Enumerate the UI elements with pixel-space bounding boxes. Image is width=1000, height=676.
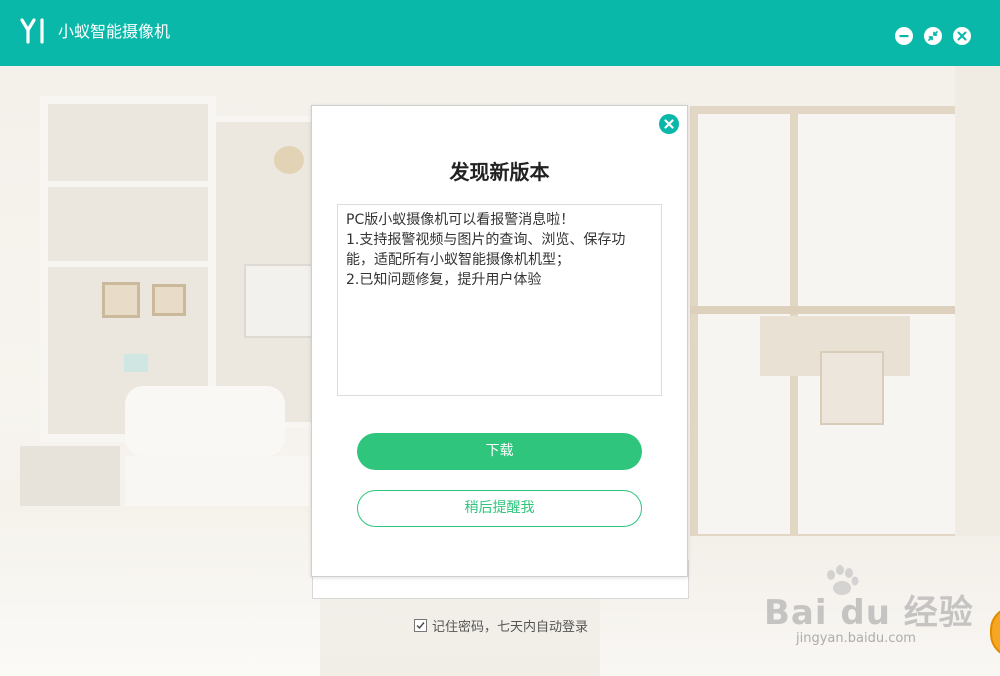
- chair-back-image: [125, 386, 285, 456]
- remind-later-button[interactable]: 稍后提醒我: [357, 490, 642, 527]
- radiator-image: [820, 351, 884, 425]
- checkmark-icon: [416, 622, 425, 630]
- watermark-brand: Bai du 经验: [764, 593, 974, 633]
- update-dialog: 发现新版本 PC版小蚁摄像机可以看报警消息啦！ 1.支持报警视频与图片的查询、浏…: [311, 105, 688, 577]
- release-note-line: 能，适配所有小蚁智能摄像机机型；: [346, 252, 570, 268]
- remember-checkbox[interactable]: [414, 619, 427, 632]
- curtain-image: [955, 66, 1000, 586]
- title-bar: 小蚁智能摄像机: [0, 0, 1000, 66]
- decor-vase-image: [274, 146, 304, 174]
- rug-image: [0, 506, 320, 676]
- picture-frame-image: [152, 284, 186, 316]
- minimize-button[interactable]: [895, 27, 913, 45]
- release-notes-box[interactable]: PC版小蚁摄像机可以看报警消息啦！ 1.支持报警视频与图片的查询、浏览、保存功 …: [337, 204, 662, 396]
- shelf-divider: [40, 261, 216, 267]
- window-frame: [690, 306, 1000, 314]
- collapse-arrows-icon: [928, 31, 938, 41]
- remember-label: 记住密码，七天内自动登录: [432, 620, 589, 635]
- tv-image: [244, 264, 318, 338]
- minimize-icon: [899, 35, 909, 38]
- picture-frame-image: [102, 282, 140, 318]
- dialog-close-button[interactable]: [659, 114, 679, 134]
- release-note-line: 1.支持报警视频与图片的查询、浏览、保存功: [346, 232, 626, 248]
- dialog-title: 发现新版本: [449, 160, 550, 184]
- shelf-divider: [40, 181, 216, 187]
- decor-cup-image: [124, 354, 148, 372]
- download-button[interactable]: 下载: [357, 433, 642, 470]
- close-button[interactable]: [953, 27, 971, 45]
- app-window: 小蚁智能摄像机 记住密码，七天内自动登录 发现新版本 PC版小蚁摄像机可以看报警…: [0, 0, 1000, 676]
- remember-password-row[interactable]: 记住密码，七天内自动登录: [414, 615, 589, 635]
- yi-logo-icon: [20, 18, 44, 44]
- app-title: 小蚁智能摄像机: [58, 22, 171, 41]
- watermark-url: jingyan.baidu.com: [796, 631, 916, 646]
- close-circle-icon: [664, 119, 674, 129]
- baidu-watermark: Bai du 经验 jingyan.baidu.com: [760, 565, 973, 655]
- release-note-line: 2.已知问题修复，提升用户体验: [346, 272, 542, 288]
- restore-button[interactable]: [924, 27, 942, 45]
- release-note-line: PC版小蚁摄像机可以看报警消息啦！: [346, 212, 575, 228]
- close-icon: [957, 31, 967, 41]
